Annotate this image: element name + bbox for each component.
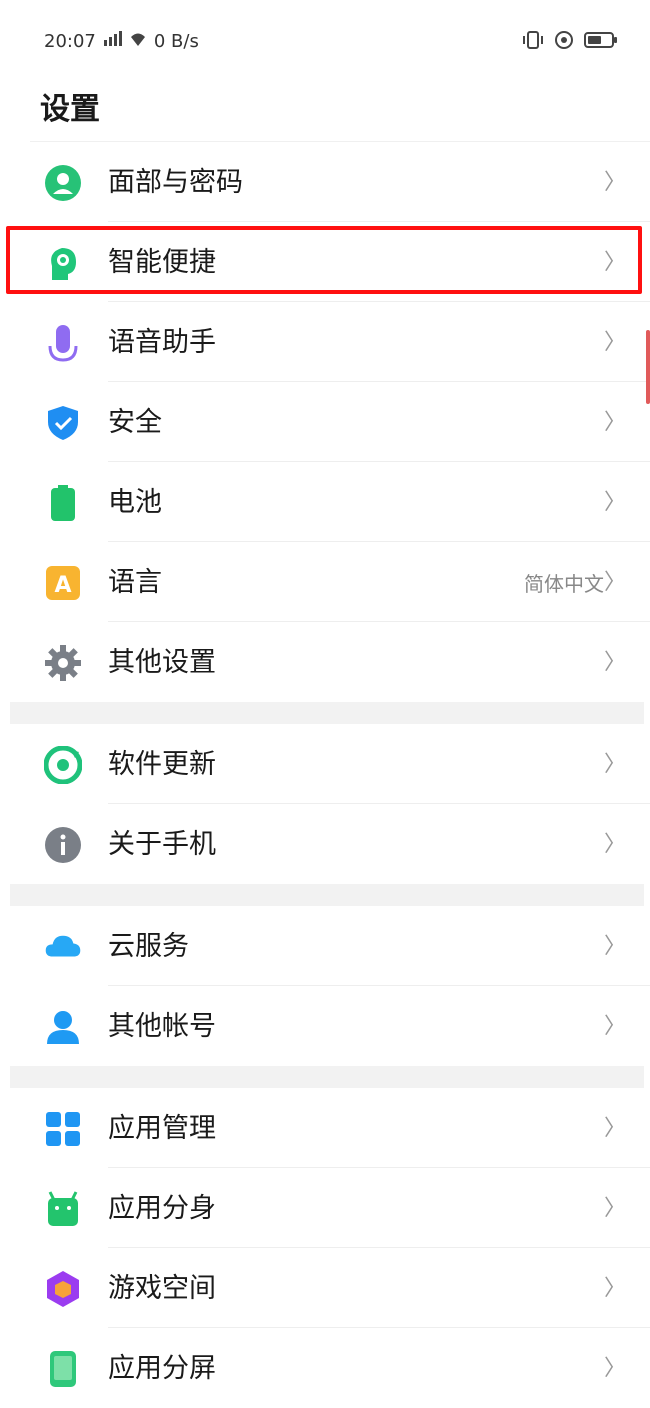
settings-item-microphone[interactable]: 语音助手 〉	[0, 302, 650, 382]
chevron-right-icon: 〉	[603, 410, 626, 435]
shield-icon	[44, 404, 82, 442]
page-title: 设置	[40, 92, 100, 127]
settings-item-label: 关于手机	[108, 829, 216, 860]
settings-item-gear[interactable]: 其他设置 〉	[0, 622, 650, 702]
smart-assist-icon	[44, 244, 82, 282]
chevron-right-icon: 〉	[603, 1356, 626, 1381]
settings-item-label: 语音助手	[108, 327, 216, 358]
section-gap	[10, 884, 644, 906]
status-time: 20:07	[44, 31, 96, 52]
chevron-right-icon: 〉	[603, 170, 626, 195]
section-gap	[10, 702, 644, 724]
face-password-icon	[44, 164, 82, 202]
chevron-right-icon: 〉	[603, 832, 626, 857]
settings-item-face-password[interactable]: 面部与密码 〉	[0, 142, 650, 222]
chevron-right-icon: 〉	[603, 1014, 626, 1039]
rotation-lock-icon	[554, 30, 574, 54]
chevron-right-icon: 〉	[603, 250, 626, 275]
status-left: 20:07 0 B/s	[44, 31, 199, 52]
wifi-icon	[128, 31, 148, 52]
scroll-indicator[interactable]	[646, 330, 650, 404]
settings-item-split-screen[interactable]: 应用分屏 〉	[0, 1328, 650, 1408]
network-speed: 0 B/s	[153, 31, 199, 52]
cloud-icon	[44, 928, 82, 966]
battery-icon	[44, 484, 82, 522]
settings-item-label: 其他帐号	[108, 1011, 216, 1042]
app-manage-icon	[44, 1110, 82, 1148]
settings-item-shield[interactable]: 安全 〉	[0, 382, 650, 462]
app-clone-icon	[44, 1190, 82, 1228]
chevron-right-icon: 〉	[603, 1196, 626, 1221]
vibrate-icon	[522, 30, 544, 54]
settings-item-language[interactable]: A 语言 简体中文〉	[0, 542, 650, 622]
settings-item-cloud[interactable]: 云服务 〉	[0, 906, 650, 986]
status-bar: 20:07 0 B/s	[0, 0, 650, 84]
language-icon: A	[44, 564, 82, 602]
settings-item-label: 其他设置	[108, 647, 216, 678]
settings-item-battery[interactable]: 电池 〉	[0, 462, 650, 542]
settings-item-value: 简体中文	[524, 572, 604, 596]
gear-icon	[44, 644, 82, 682]
chevron-right-icon: 〉	[603, 752, 626, 777]
software-update-icon	[44, 746, 82, 784]
game-space-icon	[44, 1270, 82, 1308]
microphone-icon	[44, 324, 82, 362]
info-icon	[44, 826, 82, 864]
settings-item-account[interactable]: 其他帐号 〉	[0, 986, 650, 1066]
settings-item-label: 智能便捷	[108, 247, 216, 278]
settings-item-label: 软件更新	[108, 749, 216, 780]
settings-item-label: 语言	[108, 567, 162, 598]
settings-item-app-clone[interactable]: 应用分身 〉	[0, 1168, 650, 1248]
settings-item-app-manage[interactable]: 应用管理 〉	[0, 1088, 650, 1168]
chevron-right-icon: 〉	[603, 330, 626, 355]
settings-item-label: 电池	[108, 487, 162, 518]
chevron-right-icon: 〉	[603, 650, 626, 675]
settings-item-label: 应用分身	[108, 1193, 216, 1224]
chevron-right-icon: 〉	[603, 1116, 626, 1141]
chevron-right-icon: 〉	[603, 570, 626, 595]
chevron-right-icon: 〉	[603, 1276, 626, 1301]
settings-list: 面部与密码〉智能便捷〉语音助手〉安全〉电池〉 A 语言 简体中文〉其他设置〉软件更新〉…	[0, 142, 650, 1408]
settings-item-smart-assist[interactable]: 智能便捷 〉	[0, 222, 650, 302]
settings-item-label: 面部与密码	[108, 167, 243, 198]
settings-item-info[interactable]: 关于手机 〉	[0, 804, 650, 884]
chevron-right-icon: 〉	[603, 490, 626, 515]
settings-item-software-update[interactable]: 软件更新 〉	[0, 724, 650, 804]
settings-item-game-space[interactable]: 游戏空间 〉	[0, 1248, 650, 1328]
chevron-right-icon: 〉	[603, 934, 626, 959]
battery-status-icon	[584, 31, 618, 53]
svg-text:A: A	[54, 573, 71, 598]
signal-icon	[102, 31, 122, 52]
settings-item-label: 应用管理	[108, 1113, 216, 1144]
settings-item-label: 云服务	[108, 931, 189, 962]
section-gap	[10, 1066, 644, 1088]
split-screen-icon	[44, 1350, 82, 1388]
settings-item-label: 游戏空间	[108, 1273, 216, 1304]
settings-item-label: 安全	[108, 407, 162, 438]
status-right	[522, 30, 618, 54]
account-icon	[44, 1008, 82, 1046]
settings-item-label: 应用分屏	[108, 1353, 216, 1384]
